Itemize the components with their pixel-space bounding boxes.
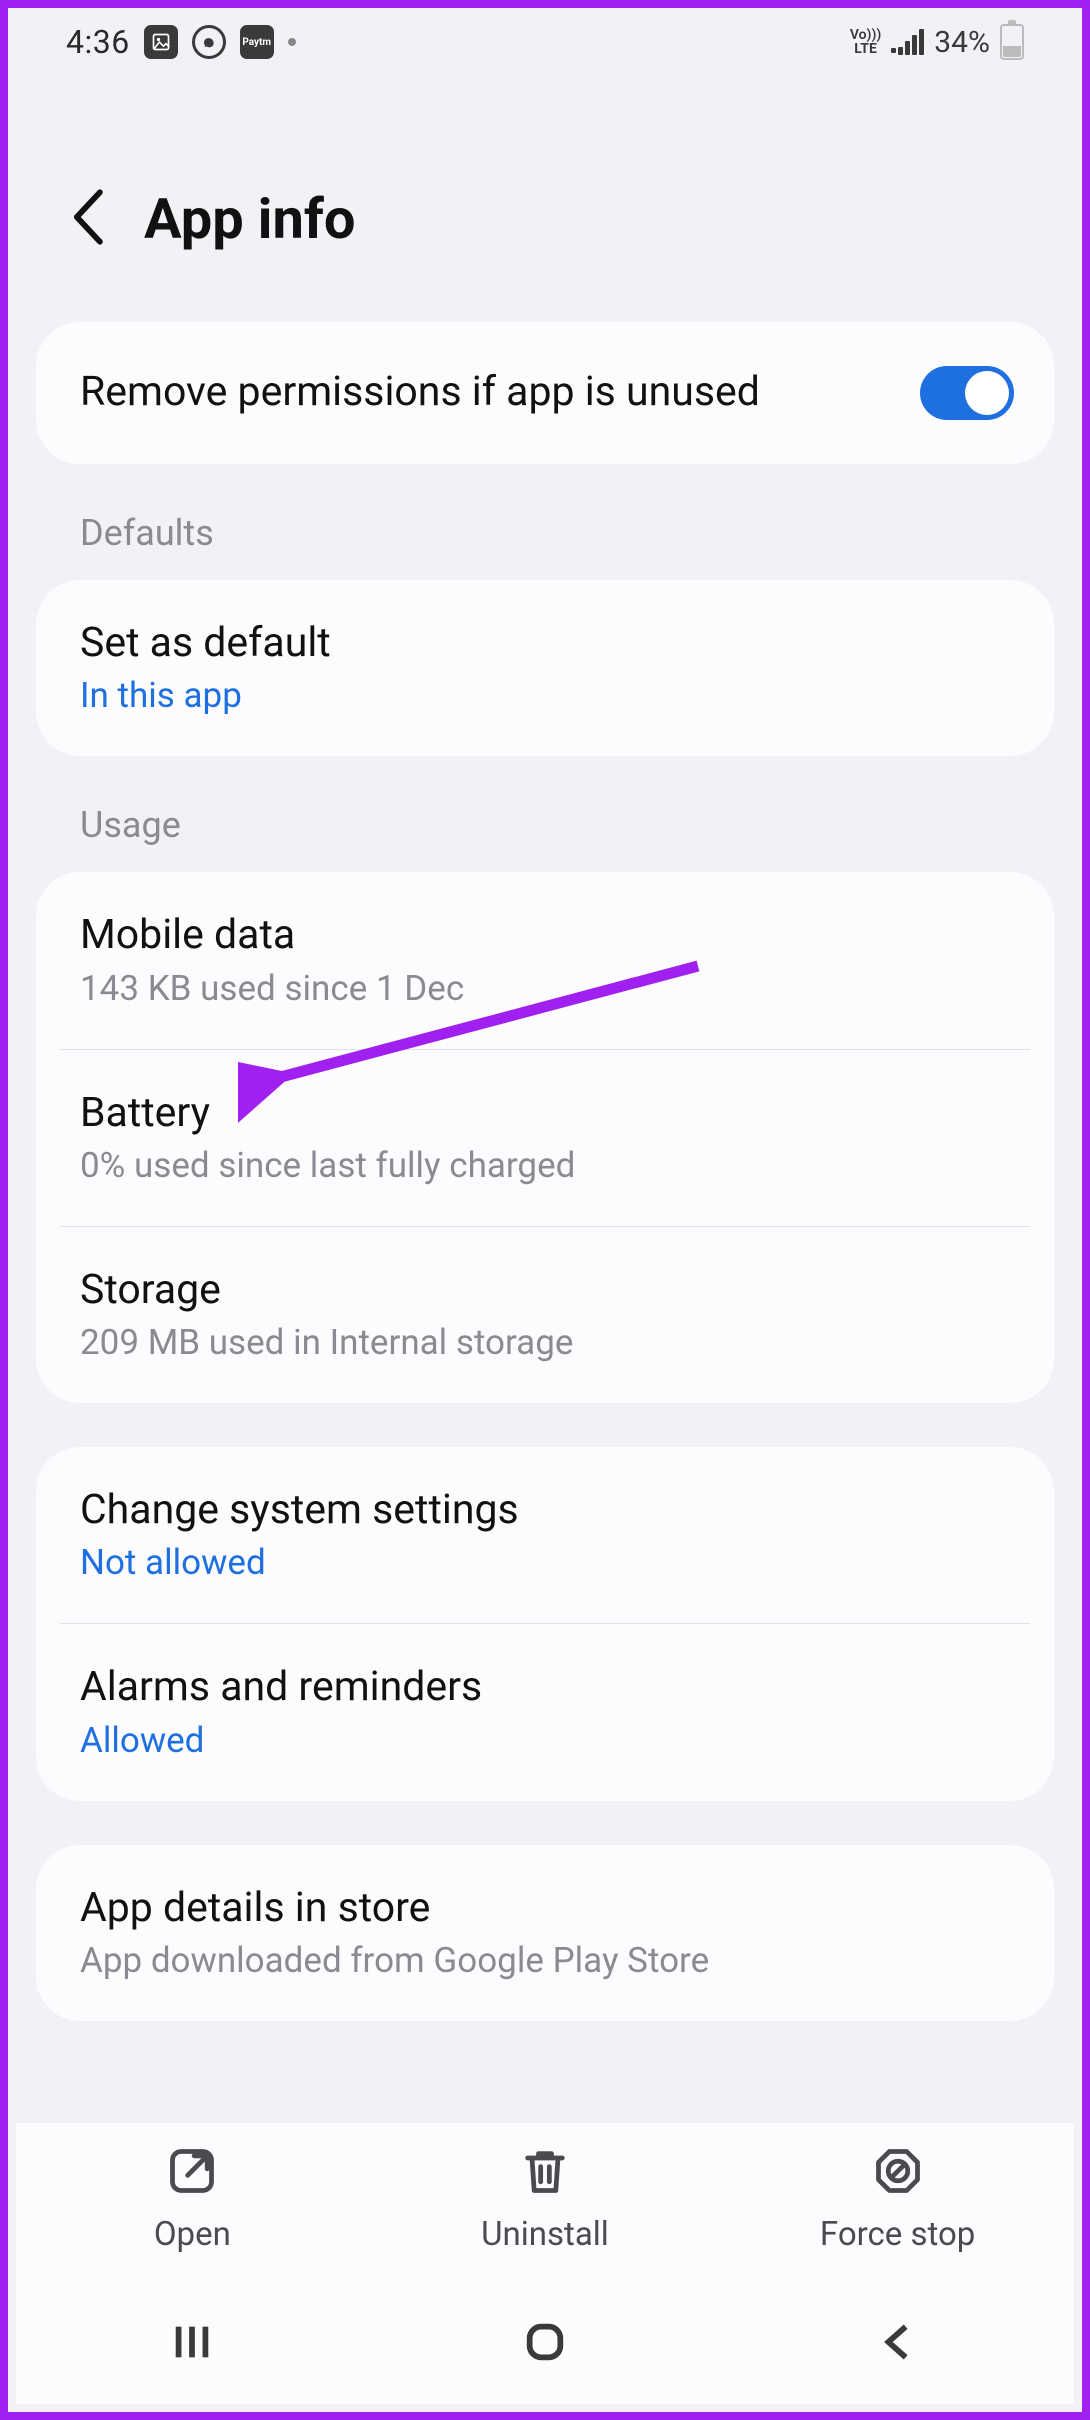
app-details-row[interactable]: App details in store App downloaded from… (36, 1845, 1054, 2021)
force-stop-button[interactable]: Force stop (723, 2145, 1072, 2254)
trash-icon (519, 2145, 571, 2201)
storage-subtitle: 209 MB used in Internal storage (80, 1322, 1010, 1363)
app-details-title: App details in store (80, 1883, 1010, 1934)
force-stop-label: Force stop (820, 2215, 975, 2254)
battery-row[interactable]: Battery 0% used since last fully charged (36, 1050, 1054, 1226)
battery-title: Battery (80, 1088, 1010, 1139)
bottom-bar: Open Uninstall Force stop (16, 2123, 1074, 2404)
storage-title: Storage (80, 1265, 1010, 1316)
alarms-reminders-subtitle: Allowed (80, 1720, 1010, 1761)
remove-permissions-row[interactable]: Remove permissions if app is unused (36, 322, 1054, 464)
signal-icon (891, 29, 924, 55)
status-time: 4:36 (66, 23, 130, 61)
permissions-card: Change system settings Not allowed Alarm… (36, 1447, 1054, 1801)
app-details-card: App details in store App downloaded from… (36, 1845, 1054, 2021)
change-system-settings-subtitle: Not allowed (80, 1542, 1010, 1583)
page-header: App info (8, 76, 1082, 322)
change-system-settings-row[interactable]: Change system settings Not allowed (36, 1447, 1054, 1623)
defaults-section-label: Defaults (36, 464, 1054, 580)
battery-percent: 34% (934, 25, 990, 60)
set-as-default-subtitle: In this app (80, 675, 1010, 716)
defaults-card: Set as default In this app (36, 580, 1054, 756)
status-bar: 4:36 Paytm Vo))) LTE 34% (8, 8, 1082, 76)
storage-row[interactable]: Storage 209 MB used in Internal storage (36, 1227, 1054, 1403)
open-label: Open (154, 2215, 231, 2254)
set-as-default-title: Set as default (80, 618, 1010, 669)
more-notifications-icon (288, 38, 296, 46)
remove-permissions-label: Remove permissions if app is unused (80, 367, 920, 418)
open-button[interactable]: Open (18, 2145, 367, 2254)
mobile-data-row[interactable]: Mobile data 143 KB used since 1 Dec (36, 872, 1054, 1048)
remove-permissions-toggle[interactable] (920, 366, 1014, 420)
page-title: App info (144, 186, 356, 252)
uninstall-button[interactable]: Uninstall (370, 2145, 719, 2254)
open-icon (166, 2145, 218, 2201)
paytm-notification-icon: Paytm (240, 25, 274, 59)
whatsapp-notification-icon (192, 25, 226, 59)
system-nav-bar (16, 2284, 1074, 2404)
set-as-default-row[interactable]: Set as default In this app (36, 580, 1054, 756)
battery-icon (1000, 24, 1024, 60)
change-system-settings-title: Change system settings (80, 1485, 1010, 1536)
mobile-data-title: Mobile data (80, 910, 1010, 961)
back-button[interactable] (875, 2319, 921, 2369)
usage-card: Mobile data 143 KB used since 1 Dec Batt… (36, 872, 1054, 1403)
uninstall-label: Uninstall (481, 2215, 609, 2254)
stop-icon (872, 2145, 924, 2201)
usage-section-label: Usage (36, 756, 1054, 872)
home-button[interactable] (522, 2319, 568, 2369)
recents-button[interactable] (169, 2319, 215, 2369)
volte-icon: Vo))) LTE (850, 28, 881, 56)
alarms-reminders-row[interactable]: Alarms and reminders Allowed (36, 1624, 1054, 1800)
app-details-subtitle: App downloaded from Google Play Store (80, 1940, 1010, 1981)
back-icon[interactable] (70, 189, 110, 249)
battery-subtitle: 0% used since last fully charged (80, 1145, 1010, 1186)
mobile-data-subtitle: 143 KB used since 1 Dec (80, 968, 1010, 1009)
gallery-notification-icon (144, 25, 178, 59)
remove-permissions-card: Remove permissions if app is unused (36, 322, 1054, 464)
alarms-reminders-title: Alarms and reminders (80, 1662, 1010, 1713)
